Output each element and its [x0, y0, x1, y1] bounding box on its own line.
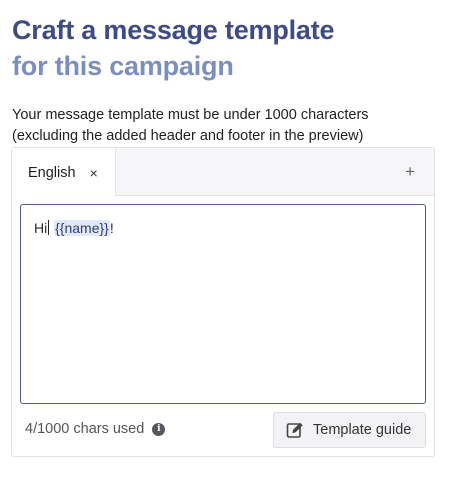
editor-text-end: ! — [109, 220, 114, 236]
add-language-button[interactable]: + — [405, 162, 415, 182]
editor-footer: 4/1000 chars used i Template guide — [12, 411, 434, 449]
template-guide-button[interactable]: Template guide — [273, 412, 426, 448]
template-guide-label: Template guide — [313, 422, 412, 438]
char-counter: 4/1000 chars used i — [25, 421, 166, 437]
language-tab-bar: English × + — [12, 148, 434, 197]
page-title-line1: Craft a message template — [12, 15, 335, 45]
variable-token-name[interactable]: {{name}} — [54, 220, 110, 236]
char-count-text: 4/1000 chars used — [25, 421, 145, 437]
editor-text-start: Hi — [34, 220, 48, 236]
edit-icon — [286, 422, 303, 438]
template-page: Craft a message template for this campai… — [0, 0, 451, 477]
template-description: Your message template must be under 1000… — [12, 107, 369, 144]
page-title-line2: for this campaign — [12, 51, 234, 81]
template-editor-panel: English × + Hi {{name}}! 4/1000 chars us… — [11, 147, 435, 457]
tab-english[interactable]: English × — [12, 148, 116, 197]
info-icon[interactable]: i — [152, 422, 166, 436]
tab-english-label: English — [28, 164, 76, 181]
close-icon[interactable]: × — [90, 166, 98, 180]
message-template-editor[interactable]: Hi {{name}}! — [20, 204, 426, 404]
page-title: Craft a message template for this campai… — [12, 12, 439, 84]
